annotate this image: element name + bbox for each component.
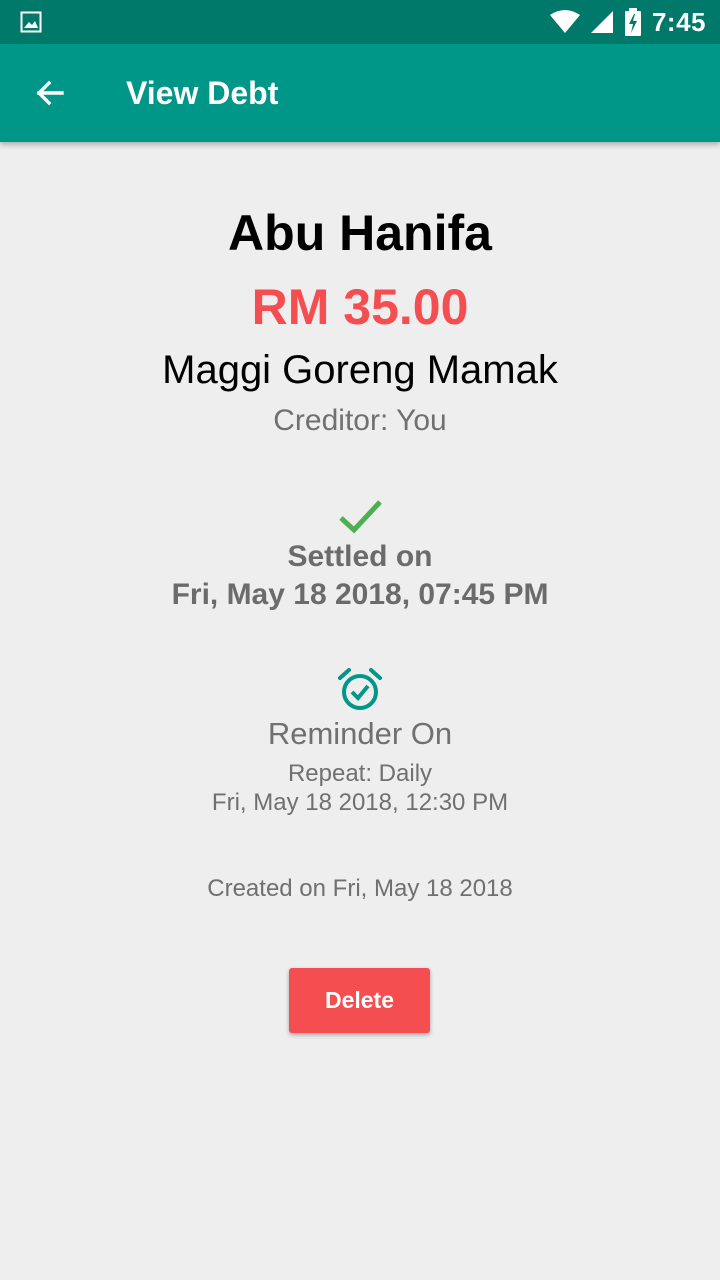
wifi-icon [549, 10, 580, 33]
status-time: 7:45 [651, 6, 706, 37]
alarm-check-icon [338, 668, 382, 710]
delete-button[interactable]: Delete [289, 968, 430, 1033]
check-icon [339, 500, 382, 534]
reminder-label: Reminder On [267, 716, 453, 751]
debtor-name: Abu Hanifa [228, 205, 492, 261]
reminder-repeat: Repeat: Daily [287, 760, 433, 787]
arrow-back-icon [36, 80, 64, 106]
settled-date: Fri, May 18 2018, 07:45 PM [171, 578, 549, 611]
cell-signal-icon [590, 11, 613, 33]
status-bar: 7:45 [0, 0, 720, 44]
creditor-label: Creditor: You [273, 404, 447, 437]
debt-description: Maggi Goreng Mamak [162, 348, 558, 392]
settled-label: Settled on [287, 540, 433, 573]
page-title: View Debt [126, 75, 279, 111]
reminder-date: Fri, May 18 2018, 12:30 PM [211, 789, 509, 816]
battery-charging-icon [624, 8, 641, 36]
back-button[interactable] [26, 69, 74, 117]
image-notification-icon [20, 11, 42, 33]
created-date: Created on Fri, May 18 2018 [207, 875, 513, 902]
debt-amount: RM 35.00 [251, 279, 469, 335]
app-bar: View Debt [0, 44, 720, 142]
